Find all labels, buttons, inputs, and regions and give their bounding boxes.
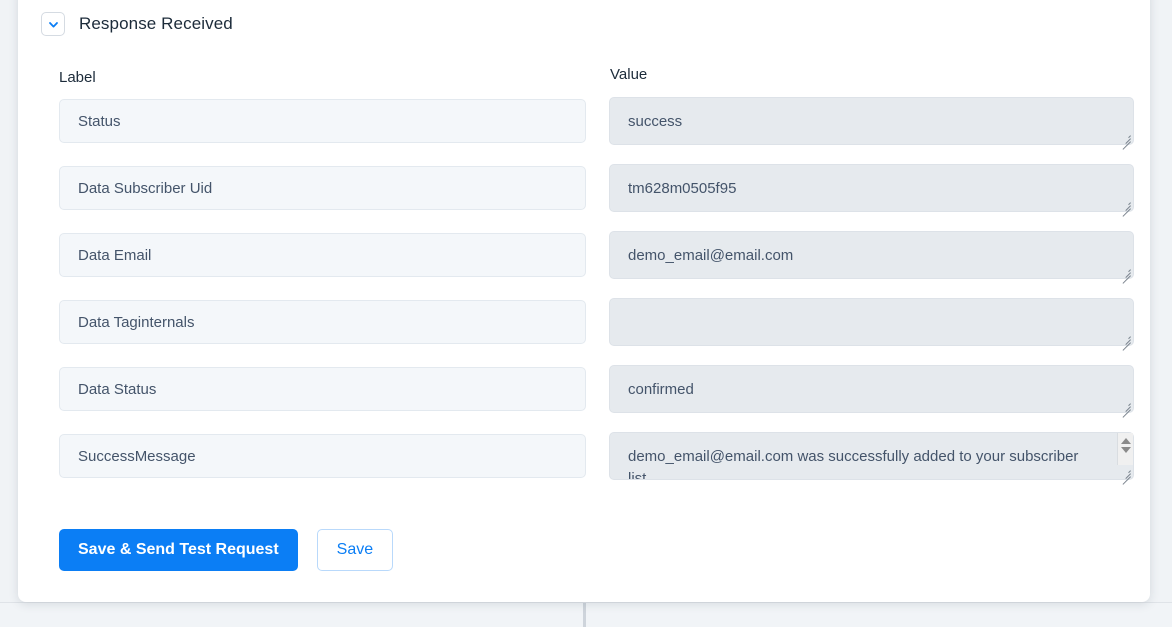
value-row-status: success	[609, 97, 1134, 145]
value-row-data-email: demo_email@email.com	[609, 231, 1134, 279]
label-column-header: Label	[59, 69, 96, 86]
value-textarea-data-taginternals[interactable]	[609, 298, 1134, 346]
panel-vertical-divider	[583, 603, 586, 627]
value-row-data-subscriber-uid: tm628m0505f95	[609, 164, 1134, 212]
label-input-successmessage[interactable]: SuccessMessage	[59, 434, 586, 478]
label-input-data-email[interactable]: Data Email	[59, 233, 586, 277]
save-button[interactable]: Save	[317, 529, 393, 571]
value-textarea-data-email[interactable]: demo_email@email.com	[609, 231, 1134, 279]
chevron-down-icon[interactable]	[41, 12, 65, 36]
background-lower-panel	[0, 602, 1172, 627]
value-textarea-data-subscriber-uid[interactable]: tm628m0505f95	[609, 164, 1134, 212]
value-textarea-status[interactable]: success	[609, 97, 1134, 145]
label-column: Status Data Subscriber Uid Data Email Da…	[59, 99, 586, 501]
section-header: Response Received	[41, 12, 233, 36]
value-textarea-successmessage[interactable]: demo_email@email.com was successfully ad…	[609, 432, 1134, 480]
label-input-data-subscriber-uid[interactable]: Data Subscriber Uid	[59, 166, 586, 210]
save-and-send-test-request-button[interactable]: Save & Send Test Request	[59, 529, 298, 571]
value-row-data-taginternals	[609, 298, 1134, 346]
value-textarea-scrollbar[interactable]	[1117, 433, 1133, 465]
value-row-successmessage: demo_email@email.com was successfully ad…	[609, 432, 1134, 480]
scroll-down-arrow-icon[interactable]	[1121, 447, 1131, 453]
label-input-data-status[interactable]: Data Status	[59, 367, 586, 411]
section-title: Response Received	[79, 14, 233, 34]
scroll-up-arrow-icon[interactable]	[1121, 438, 1131, 444]
label-input-status[interactable]: Status	[59, 99, 586, 143]
value-column: success tm628m0505f95 demo_email@email.c…	[609, 97, 1134, 499]
label-input-data-taginternals[interactable]: Data Taginternals	[59, 300, 586, 344]
response-received-card: Response Received Label Value Status Dat…	[18, 0, 1150, 602]
value-row-data-status: confirmed	[609, 365, 1134, 413]
button-row: Save & Send Test Request Save	[59, 529, 393, 571]
value-textarea-data-status[interactable]: confirmed	[609, 365, 1134, 413]
value-column-header: Value	[610, 66, 647, 83]
